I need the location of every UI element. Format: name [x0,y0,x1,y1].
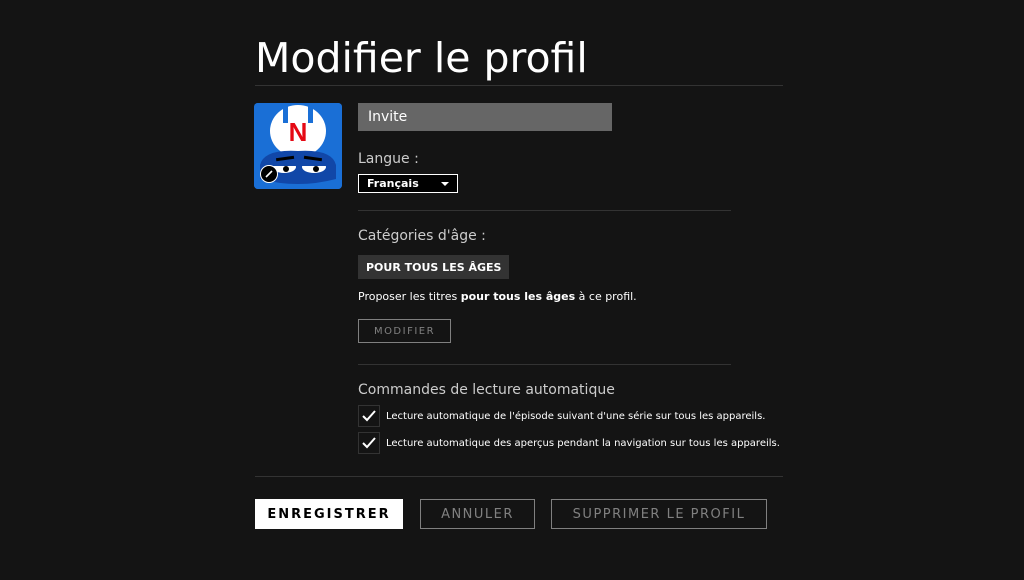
profile-avatar[interactable]: N [254,103,342,189]
autoplay-previews-text: Lecture automatique des aperçus pendant … [386,437,780,449]
footer-divider [255,476,783,477]
autoplay-next-episode-option: Lecture automatique de l'épisode suivant… [358,405,765,427]
save-button[interactable]: ENREGISTRER [255,499,403,529]
autoplay-next-episode-checkbox[interactable] [358,405,380,427]
check-icon [362,437,376,449]
language-label: Langue : [358,151,419,167]
age-desc-prefix: Proposer les titres [358,290,461,303]
age-label: Catégories d'âge : [358,228,486,244]
age-desc-suffix: à ce profil. [575,290,637,303]
page-title: Modifier le profil [255,34,588,82]
svg-text:N: N [289,117,308,147]
language-select[interactable]: Français [358,174,458,193]
delete-profile-button[interactable]: SUPPRIMER LE PROFIL [551,499,767,529]
age-description: Proposer les titres pour tous les âges à… [358,290,637,303]
section-divider-2 [358,364,731,365]
section-divider-1 [358,210,731,211]
language-selected-value: Français [367,177,419,190]
profile-name-input[interactable] [358,103,612,131]
modify-age-button[interactable]: MODIFIER [358,319,451,343]
autoplay-label: Commandes de lecture automatique [358,382,615,398]
autoplay-previews-option: Lecture automatique des aperçus pendant … [358,432,780,454]
age-rating-badge: POUR TOUS LES ÂGES [358,255,510,279]
cancel-button[interactable]: ANNULER [420,499,535,529]
check-icon [362,410,376,422]
pencil-icon[interactable] [260,165,278,183]
age-desc-bold: pour tous les âges [460,290,576,303]
title-divider [255,85,783,86]
caret-down-icon [441,182,449,186]
autoplay-next-episode-text: Lecture automatique de l'épisode suivant… [386,410,766,422]
autoplay-previews-checkbox[interactable] [358,432,380,454]
